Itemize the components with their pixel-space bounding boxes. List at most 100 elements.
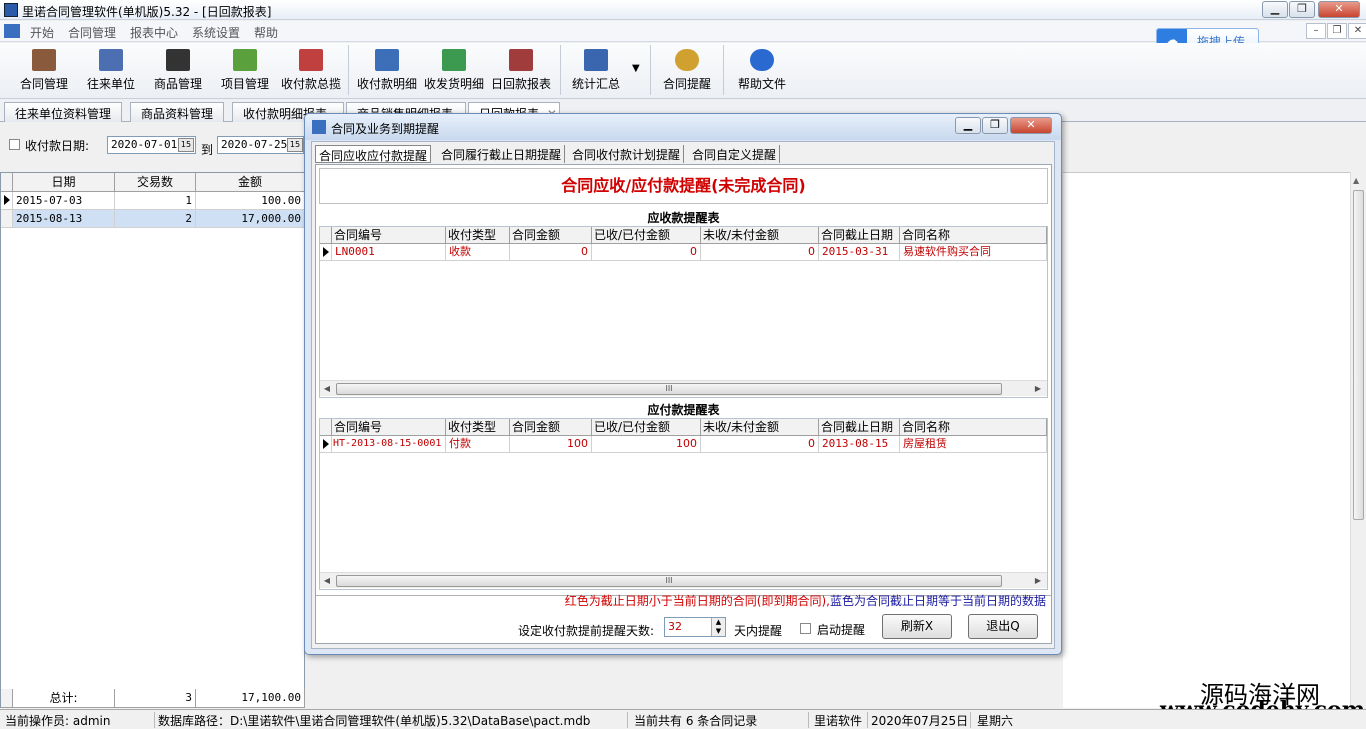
mdi-close-button[interactable]: ✕ — [1348, 23, 1366, 39]
column-header[interactable]: 合同名称 — [900, 227, 1047, 244]
table-cell[interactable]: 收款 — [446, 244, 510, 261]
column-header[interactable]: 交易数 — [115, 173, 196, 192]
reminder-days-label: 设定收付款提前提醒天数: — [518, 624, 655, 638]
menu-help[interactable]: 帮助 — [254, 24, 278, 41]
tab-custom-reminder[interactable]: 合同自定义提醒 — [689, 145, 781, 163]
column-header[interactable]: 日期 — [13, 173, 115, 192]
color-legend: 红色为截止日期小于当前日期的合同(即到期合同),蓝色为合同截止日期等于当前日期的… — [312, 592, 1046, 609]
column-header[interactable]: 合同编号 — [332, 227, 446, 244]
date-filter-checkbox[interactable] — [9, 139, 20, 150]
legend-red-text: 红色为截止日期小于当前日期的合同(即到期合同), — [564, 594, 830, 608]
toolbar-overview-button[interactable]: 收付款总揽 — [278, 47, 344, 95]
tab-plan-reminder[interactable]: 合同收付款计划提醒 — [569, 145, 685, 163]
calendar-icon[interactable]: 15 — [178, 138, 194, 152]
column-header[interactable]: 未收/未付金额 — [701, 227, 819, 244]
dialog-maximize-button[interactable]: ❐ — [982, 117, 1008, 134]
column-header[interactable]: 合同编号 — [332, 419, 446, 436]
stepper-up-icon[interactable]: ▲ — [711, 618, 725, 627]
column-header[interactable]: 收付类型 — [446, 227, 510, 244]
tab-deadline-reminder[interactable]: 合同履行截止日期提醒 — [438, 145, 566, 163]
scroll-right-icon[interactable]: ▶ — [1032, 383, 1044, 395]
toolbar-delivery-detail-button[interactable]: 收发货明细 — [421, 47, 487, 95]
table-cell[interactable]: HT-2013-08-15-0001 — [332, 436, 446, 453]
table-cell[interactable]: 2013-08-15 — [819, 436, 900, 453]
toolbar-reminder-button[interactable]: 合同提醒 — [658, 47, 716, 95]
column-header[interactable]: 已收/已付金额 — [592, 227, 701, 244]
table-cell[interactable]: 100 — [510, 436, 592, 453]
column-header[interactable]: 合同金额 — [510, 227, 592, 244]
table-cell[interactable]: 易速软件购买合同 — [900, 244, 1047, 261]
table-cell[interactable]: 100.00 — [196, 192, 305, 210]
total-label: 总计: — [13, 689, 115, 708]
toolbar-help-button[interactable]: 帮助文件 — [732, 47, 792, 95]
table-cell[interactable]: 2015-07-03 — [13, 192, 115, 210]
scroll-thumb[interactable]: III — [336, 383, 1002, 395]
close-button[interactable]: ✕ — [1318, 1, 1360, 18]
vertical-scrollbar[interactable]: ▲ — [1350, 172, 1366, 708]
table-cell[interactable]: 2 — [115, 210, 196, 228]
menu-contract[interactable]: 合同管理 — [68, 24, 116, 41]
table-cell[interactable]: 1 — [115, 192, 196, 210]
column-header[interactable]: 未收/未付金额 — [701, 419, 819, 436]
toolbar-payment-detail-button[interactable]: 收付款明细 — [354, 47, 420, 95]
reminder-days-stepper[interactable]: 32 ▲ ▼ — [664, 617, 726, 637]
minimize-button[interactable]: ▁ — [1262, 1, 1288, 18]
table-cell[interactable]: 0 — [510, 244, 592, 261]
auto-reminder-checkbox[interactable] — [800, 623, 811, 634]
reminder-panel: 合同应收/应付款提醒(未完成合同) 应收款提醒表 合同编号 收付类型 合同金额 … — [315, 164, 1052, 644]
calendar-icon[interactable]: 15 — [287, 138, 303, 152]
horizontal-scrollbar[interactable]: ◀ III ▶ — [320, 572, 1047, 588]
table-cell[interactable]: 付款 — [446, 436, 510, 453]
stepper-down-icon[interactable]: ▼ — [711, 627, 725, 636]
toolbar-goods-button[interactable]: 商品管理 — [148, 47, 208, 95]
table-cell[interactable]: 0 — [701, 244, 819, 261]
tab-payment-reminder[interactable]: 合同应收应付款提醒 — [315, 145, 432, 163]
menu-reports[interactable]: 报表中心 — [130, 24, 178, 41]
column-header[interactable]: 合同名称 — [900, 419, 1047, 436]
column-header[interactable]: 金额 — [196, 173, 305, 192]
column-header[interactable]: 合同截止日期 — [819, 227, 900, 244]
table-cell[interactable]: 0 — [592, 244, 701, 261]
column-header[interactable]: 已收/已付金额 — [592, 419, 701, 436]
scroll-right-icon[interactable]: ▶ — [1032, 575, 1044, 587]
chevron-down-icon[interactable]: ▼ — [632, 63, 640, 74]
tab-partner-management[interactable]: 往来单位资料管理 — [4, 102, 123, 122]
toolbar-contract-button[interactable]: 合同管理 — [14, 47, 74, 95]
toolbar-project-button[interactable]: 项目管理 — [215, 47, 275, 95]
table-cell[interactable]: 2015-08-13 — [13, 210, 115, 228]
table-cell[interactable]: 2015-03-31 — [819, 244, 900, 261]
mdi-restore-button[interactable]: ❐ — [1327, 23, 1347, 39]
menu-start[interactable]: 开始 — [30, 24, 54, 41]
stats-icon — [584, 49, 608, 71]
exit-button[interactable]: 退出Q — [968, 614, 1038, 639]
maximize-button[interactable]: ❐ — [1289, 1, 1315, 18]
scroll-left-icon[interactable]: ◀ — [321, 383, 333, 395]
toolbar-daily-report-button[interactable]: 日回款报表 — [488, 47, 554, 95]
table-cell[interactable]: 100 — [592, 436, 701, 453]
horizontal-scrollbar[interactable]: ◀ III ▶ — [320, 380, 1047, 396]
payable-grid[interactable]: 合同编号 收付类型 合同金额 已收/已付金额 未收/未付金额 合同截止日期 合同… — [319, 418, 1048, 590]
toolbar-stats-button[interactable]: 统计汇总 — [567, 47, 625, 95]
table-cell[interactable]: 房屋租赁 — [900, 436, 1047, 453]
scroll-up-icon[interactable]: ▲ — [1353, 176, 1359, 185]
daily-report-grid[interactable]: 日期 交易数 金额 2015-07-03 1 100.00 2015-08-13… — [0, 172, 305, 708]
table-cell[interactable]: LN0001 — [332, 244, 446, 261]
mdi-minimize-button[interactable]: – — [1306, 23, 1326, 39]
tab-goods-management[interactable]: 商品资料管理 — [130, 102, 225, 122]
dialog-close-button[interactable]: ✕ — [1010, 117, 1052, 134]
table-cell[interactable]: 0 — [701, 436, 819, 453]
column-header[interactable]: 合同截止日期 — [819, 419, 900, 436]
scroll-thumb[interactable] — [1353, 190, 1364, 520]
report-background-area — [1063, 172, 1366, 708]
menu-settings[interactable]: 系统设置 — [192, 24, 240, 41]
refresh-button[interactable]: 刷新Ⅹ — [882, 614, 952, 639]
column-header[interactable]: 收付类型 — [446, 419, 510, 436]
scroll-left-icon[interactable]: ◀ — [321, 575, 333, 587]
dialog-minimize-button[interactable]: ▁ — [955, 117, 981, 134]
scroll-thumb[interactable]: III — [336, 575, 1002, 587]
table-cell[interactable]: 17,000.00 — [196, 210, 305, 228]
toolbar-partner-button[interactable]: 往来单位 — [82, 47, 140, 95]
column-header[interactable]: 合同金额 — [510, 419, 592, 436]
date-from-value: 2020-07-01 — [111, 138, 178, 151]
receivable-grid[interactable]: 合同编号 收付类型 合同金额 已收/已付金额 未收/未付金额 合同截止日期 合同… — [319, 226, 1048, 398]
